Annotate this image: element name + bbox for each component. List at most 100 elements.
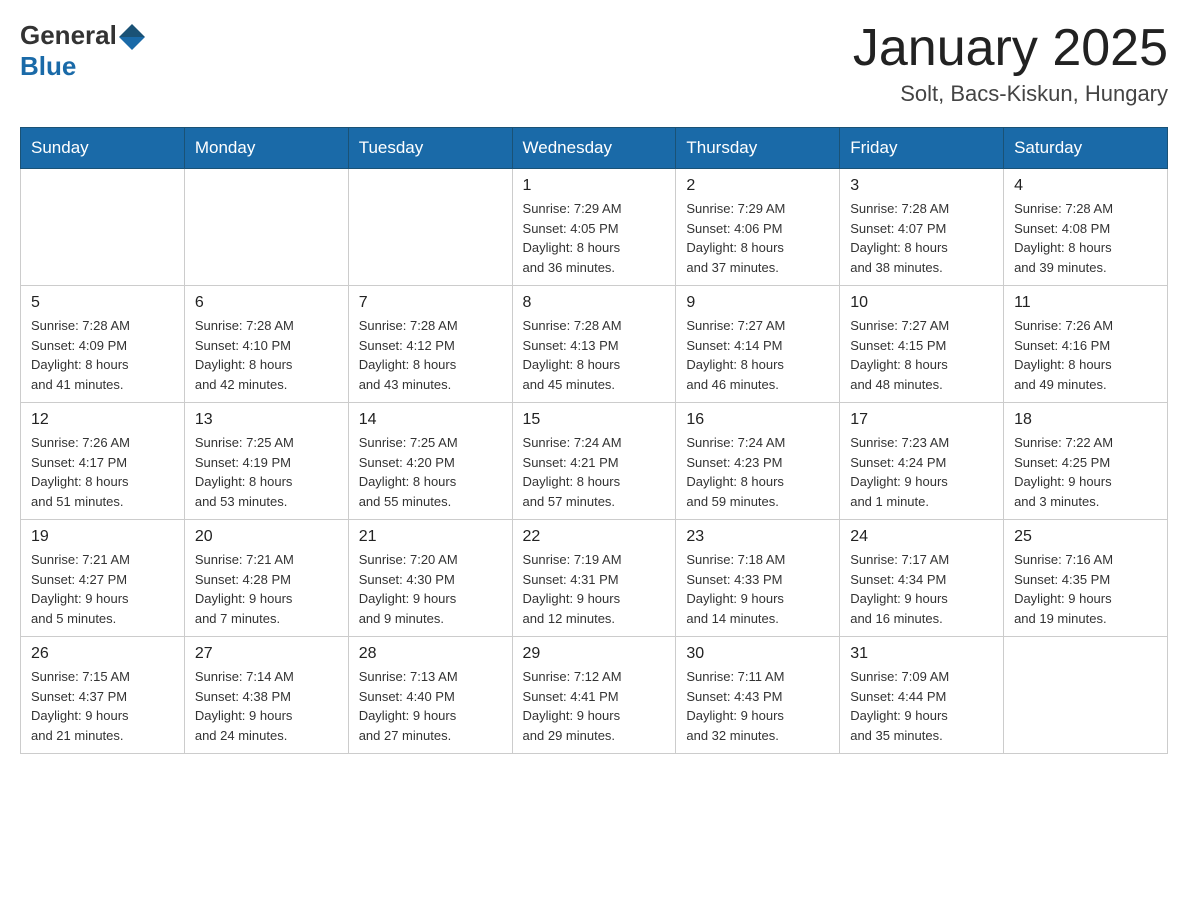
day-number: 24 [850,528,993,546]
day-info: Sunrise: 7:16 AM Sunset: 4:35 PM Dayligh… [1014,550,1157,628]
day-number: 30 [686,645,829,663]
day-info: Sunrise: 7:17 AM Sunset: 4:34 PM Dayligh… [850,550,993,628]
day-number: 27 [195,645,338,663]
day-number: 13 [195,411,338,429]
day-info: Sunrise: 7:23 AM Sunset: 4:24 PM Dayligh… [850,433,993,511]
calendar-day-cell: 17 Sunrise: 7:23 AM Sunset: 4:24 PM Dayli… [840,403,1004,520]
day-number: 26 [31,645,174,663]
day-number: 12 [31,411,174,429]
day-info: Sunrise: 7:25 AM Sunset: 4:19 PM Dayligh… [195,433,338,511]
day-info: Sunrise: 7:29 AM Sunset: 4:06 PM Dayligh… [686,199,829,277]
day-info: Sunrise: 7:22 AM Sunset: 4:25 PM Dayligh… [1014,433,1157,511]
day-info: Sunrise: 7:28 AM Sunset: 4:10 PM Dayligh… [195,316,338,394]
day-of-week-header: Sunday [21,128,185,169]
calendar-day-cell: 8Sunrise: 7:28 AM Sunset: 4:13 PM Daylig… [512,286,676,403]
day-number: 3 [850,177,993,195]
logo: General Blue [20,20,145,82]
calendar-day-cell: 5 Sunrise: 7:28 AM Sunset: 4:09 PM Daylig… [21,286,185,403]
day-number: 18 [1014,411,1157,429]
title-area: January 2025 Solt, Bacs-Kiskun, Hungary [853,20,1168,107]
calendar-day-cell: 11Sunrise: 7:26 AM Sunset: 4:16 PM Dayli… [1004,286,1168,403]
day-number: 1 [523,177,666,195]
day-number: 10 [850,294,993,312]
week-row: 19 Sunrise: 7:21 AM Sunset: 4:27 PM Dayli… [21,520,1168,637]
day-info: Sunrise: 7:28 AM Sunset: 4:08 PM Dayligh… [1014,199,1157,277]
calendar-day-cell: 19 Sunrise: 7:21 AM Sunset: 4:27 PM Dayli… [21,520,185,637]
day-info: Sunrise: 7:21 AM Sunset: 4:28 PM Dayligh… [195,550,338,628]
day-info: Sunrise: 7:27 AM Sunset: 4:15 PM Dayligh… [850,316,993,394]
calendar-day-cell: 13 Sunrise: 7:25 AM Sunset: 4:19 PM Dayli… [184,403,348,520]
day-number: 9 [686,294,829,312]
calendar-day-cell: 7Sunrise: 7:28 AM Sunset: 4:12 PM Daylig… [348,286,512,403]
days-header-row: SundayMondayTuesdayWednesdayThursdayFrid… [21,128,1168,169]
calendar-day-cell: 22Sunrise: 7:19 AM Sunset: 4:31 PM Dayli… [512,520,676,637]
day-number: 25 [1014,528,1157,546]
day-info: Sunrise: 7:27 AM Sunset: 4:14 PM Dayligh… [686,316,829,394]
day-of-week-header: Friday [840,128,1004,169]
empty-cell [1004,637,1168,754]
day-number: 17 [850,411,993,429]
calendar-day-cell: 3 Sunrise: 7:28 AM Sunset: 4:07 PM Daylig… [840,169,1004,286]
calendar-day-cell: 25 Sunrise: 7:16 AM Sunset: 4:35 PM Dayli… [1004,520,1168,637]
day-number: 6 [195,294,338,312]
day-info: Sunrise: 7:28 AM Sunset: 4:09 PM Dayligh… [31,316,174,394]
day-info: Sunrise: 7:20 AM Sunset: 4:30 PM Dayligh… [359,550,502,628]
calendar-day-cell: 21Sunrise: 7:20 AM Sunset: 4:30 PM Dayli… [348,520,512,637]
day-number: 5 [31,294,174,312]
day-number: 28 [359,645,502,663]
logo-blue-text: Blue [20,51,76,82]
day-info: Sunrise: 7:28 AM Sunset: 4:12 PM Dayligh… [359,316,502,394]
day-info: Sunrise: 7:28 AM Sunset: 4:13 PM Dayligh… [523,316,666,394]
calendar-day-cell: 10 Sunrise: 7:27 AM Sunset: 4:15 PM Dayli… [840,286,1004,403]
day-number: 20 [195,528,338,546]
day-number: 15 [523,411,666,429]
day-number: 23 [686,528,829,546]
calendar-day-cell: 24 Sunrise: 7:17 AM Sunset: 4:34 PM Dayli… [840,520,1004,637]
day-info: Sunrise: 7:09 AM Sunset: 4:44 PM Dayligh… [850,667,993,745]
calendar-day-cell: 9 Sunrise: 7:27 AM Sunset: 4:14 PM Daylig… [676,286,840,403]
calendar-day-cell: 6 Sunrise: 7:28 AM Sunset: 4:10 PM Daylig… [184,286,348,403]
day-of-week-header: Tuesday [348,128,512,169]
calendar-day-cell: 14Sunrise: 7:25 AM Sunset: 4:20 PM Dayli… [348,403,512,520]
calendar-day-cell: 27 Sunrise: 7:14 AM Sunset: 4:38 PM Dayli… [184,637,348,754]
day-number: 29 [523,645,666,663]
calendar-day-cell: 2 Sunrise: 7:29 AM Sunset: 4:06 PM Daylig… [676,169,840,286]
day-info: Sunrise: 7:15 AM Sunset: 4:37 PM Dayligh… [31,667,174,745]
day-number: 31 [850,645,993,663]
calendar-day-cell: 28 Sunrise: 7:13 AM Sunset: 4:40 PM Dayli… [348,637,512,754]
week-row: 1 Sunrise: 7:29 AM Sunset: 4:05 PM Daylig… [21,169,1168,286]
calendar-day-cell: 23 Sunrise: 7:18 AM Sunset: 4:33 PM Dayli… [676,520,840,637]
day-of-week-header: Monday [184,128,348,169]
day-number: 14 [359,411,502,429]
month-title: January 2025 [853,20,1168,77]
week-row: 26 Sunrise: 7:15 AM Sunset: 4:37 PM Dayli… [21,637,1168,754]
day-info: Sunrise: 7:24 AM Sunset: 4:23 PM Dayligh… [686,433,829,511]
day-number: 19 [31,528,174,546]
calendar-day-cell: 4 Sunrise: 7:28 AM Sunset: 4:08 PM Daylig… [1004,169,1168,286]
calendar-day-cell: 26 Sunrise: 7:15 AM Sunset: 4:37 PM Dayli… [21,637,185,754]
day-of-week-header: Saturday [1004,128,1168,169]
calendar-day-cell: 16 Sunrise: 7:24 AM Sunset: 4:23 PM Dayli… [676,403,840,520]
day-info: Sunrise: 7:29 AM Sunset: 4:05 PM Dayligh… [523,199,666,277]
day-info: Sunrise: 7:12 AM Sunset: 4:41 PM Dayligh… [523,667,666,745]
empty-cell [348,169,512,286]
day-info: Sunrise: 7:11 AM Sunset: 4:43 PM Dayligh… [686,667,829,745]
day-info: Sunrise: 7:26 AM Sunset: 4:17 PM Dayligh… [31,433,174,511]
calendar-day-cell: 30 Sunrise: 7:11 AM Sunset: 4:43 PM Dayli… [676,637,840,754]
day-number: 2 [686,177,829,195]
empty-cell [184,169,348,286]
day-number: 4 [1014,177,1157,195]
calendar-day-cell: 20 Sunrise: 7:21 AM Sunset: 4:28 PM Dayli… [184,520,348,637]
day-info: Sunrise: 7:18 AM Sunset: 4:33 PM Dayligh… [686,550,829,628]
day-info: Sunrise: 7:24 AM Sunset: 4:21 PM Dayligh… [523,433,666,511]
week-row: 5 Sunrise: 7:28 AM Sunset: 4:09 PM Daylig… [21,286,1168,403]
day-info: Sunrise: 7:21 AM Sunset: 4:27 PM Dayligh… [31,550,174,628]
day-of-week-header: Thursday [676,128,840,169]
day-info: Sunrise: 7:28 AM Sunset: 4:07 PM Dayligh… [850,199,993,277]
day-info: Sunrise: 7:13 AM Sunset: 4:40 PM Dayligh… [359,667,502,745]
day-info: Sunrise: 7:19 AM Sunset: 4:31 PM Dayligh… [523,550,666,628]
day-info: Sunrise: 7:14 AM Sunset: 4:38 PM Dayligh… [195,667,338,745]
day-info: Sunrise: 7:26 AM Sunset: 4:16 PM Dayligh… [1014,316,1157,394]
day-number: 16 [686,411,829,429]
calendar-day-cell: 15 Sunrise: 7:24 AM Sunset: 4:21 PM Dayli… [512,403,676,520]
